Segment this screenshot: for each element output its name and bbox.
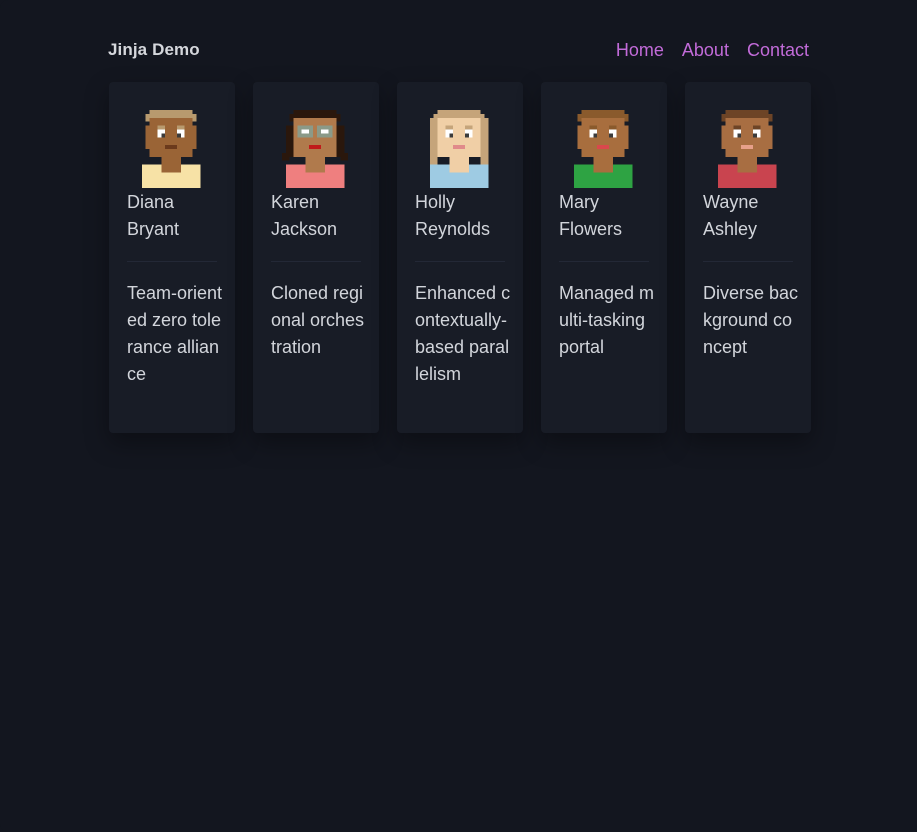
person-description: Diverse background concept bbox=[703, 283, 799, 357]
person-card: Holly Reynolds Enhanced contextually-bas… bbox=[397, 82, 523, 433]
person-name: Holly Reynolds bbox=[415, 189, 515, 243]
card-divider bbox=[415, 261, 505, 262]
person-name: Mary Flowers bbox=[559, 189, 659, 243]
person-last-name: Reynolds bbox=[415, 219, 491, 239]
person-last-name: Jackson bbox=[271, 219, 338, 239]
avatar bbox=[281, 110, 349, 188]
avatar-pixel-art bbox=[573, 110, 633, 188]
person-card: Karen Jackson Cloned regional orchestrat… bbox=[253, 82, 379, 433]
person-description: Managed multi-tasking portal bbox=[559, 283, 655, 357]
person-first-name: Mary bbox=[559, 192, 599, 212]
card-divider bbox=[127, 261, 217, 262]
avatar-pixel-art bbox=[429, 110, 489, 188]
person-last-name: Bryant bbox=[127, 219, 180, 239]
nav-link-home[interactable]: Home bbox=[616, 40, 664, 61]
person-first-name: Wayne bbox=[703, 192, 759, 212]
person-name: Karen Jackson bbox=[271, 189, 371, 243]
person-card: Diana Bryant Team-oriented zero toleranc… bbox=[109, 82, 235, 433]
app-window: Jinja Demo Home About Contact Diana Brya… bbox=[0, 0, 917, 832]
navbar: Jinja Demo Home About Contact bbox=[108, 36, 809, 64]
person-card: Mary Flowers Managed multi-tasking porta… bbox=[541, 82, 667, 433]
person-name: Diana Bryant bbox=[127, 189, 227, 243]
person-last-name: Ashley bbox=[703, 219, 758, 239]
person-first-name: Karen bbox=[271, 192, 320, 212]
avatar-pixel-art bbox=[141, 110, 201, 188]
people-card-list: Diana Bryant Team-oriented zero toleranc… bbox=[109, 82, 811, 433]
person-description: Enhanced contextually-based parallelism bbox=[415, 283, 511, 384]
nav-link-contact[interactable]: Contact bbox=[747, 40, 809, 61]
person-first-name: Holly bbox=[415, 192, 456, 212]
avatar-pixel-art bbox=[717, 110, 777, 188]
avatar bbox=[137, 110, 205, 188]
person-description: Cloned regional orchestration bbox=[271, 283, 365, 357]
nav-link-about[interactable]: About bbox=[682, 40, 729, 61]
card-divider bbox=[559, 261, 649, 262]
person-last-name: Flowers bbox=[559, 219, 623, 239]
avatar bbox=[425, 110, 493, 188]
card-divider bbox=[271, 261, 361, 262]
avatar bbox=[713, 110, 781, 188]
avatar bbox=[569, 110, 637, 188]
person-name: Wayne Ashley bbox=[703, 189, 803, 243]
brand-title[interactable]: Jinja Demo bbox=[108, 40, 200, 60]
nav-links: Home About Contact bbox=[616, 40, 809, 61]
card-divider bbox=[703, 261, 793, 262]
person-first-name: Diana bbox=[127, 192, 175, 212]
person-card: Wayne Ashley Diverse background concept bbox=[685, 82, 811, 433]
person-description: Team-oriented zero tolerance alliance bbox=[127, 283, 223, 384]
avatar-pixel-art bbox=[281, 110, 349, 188]
